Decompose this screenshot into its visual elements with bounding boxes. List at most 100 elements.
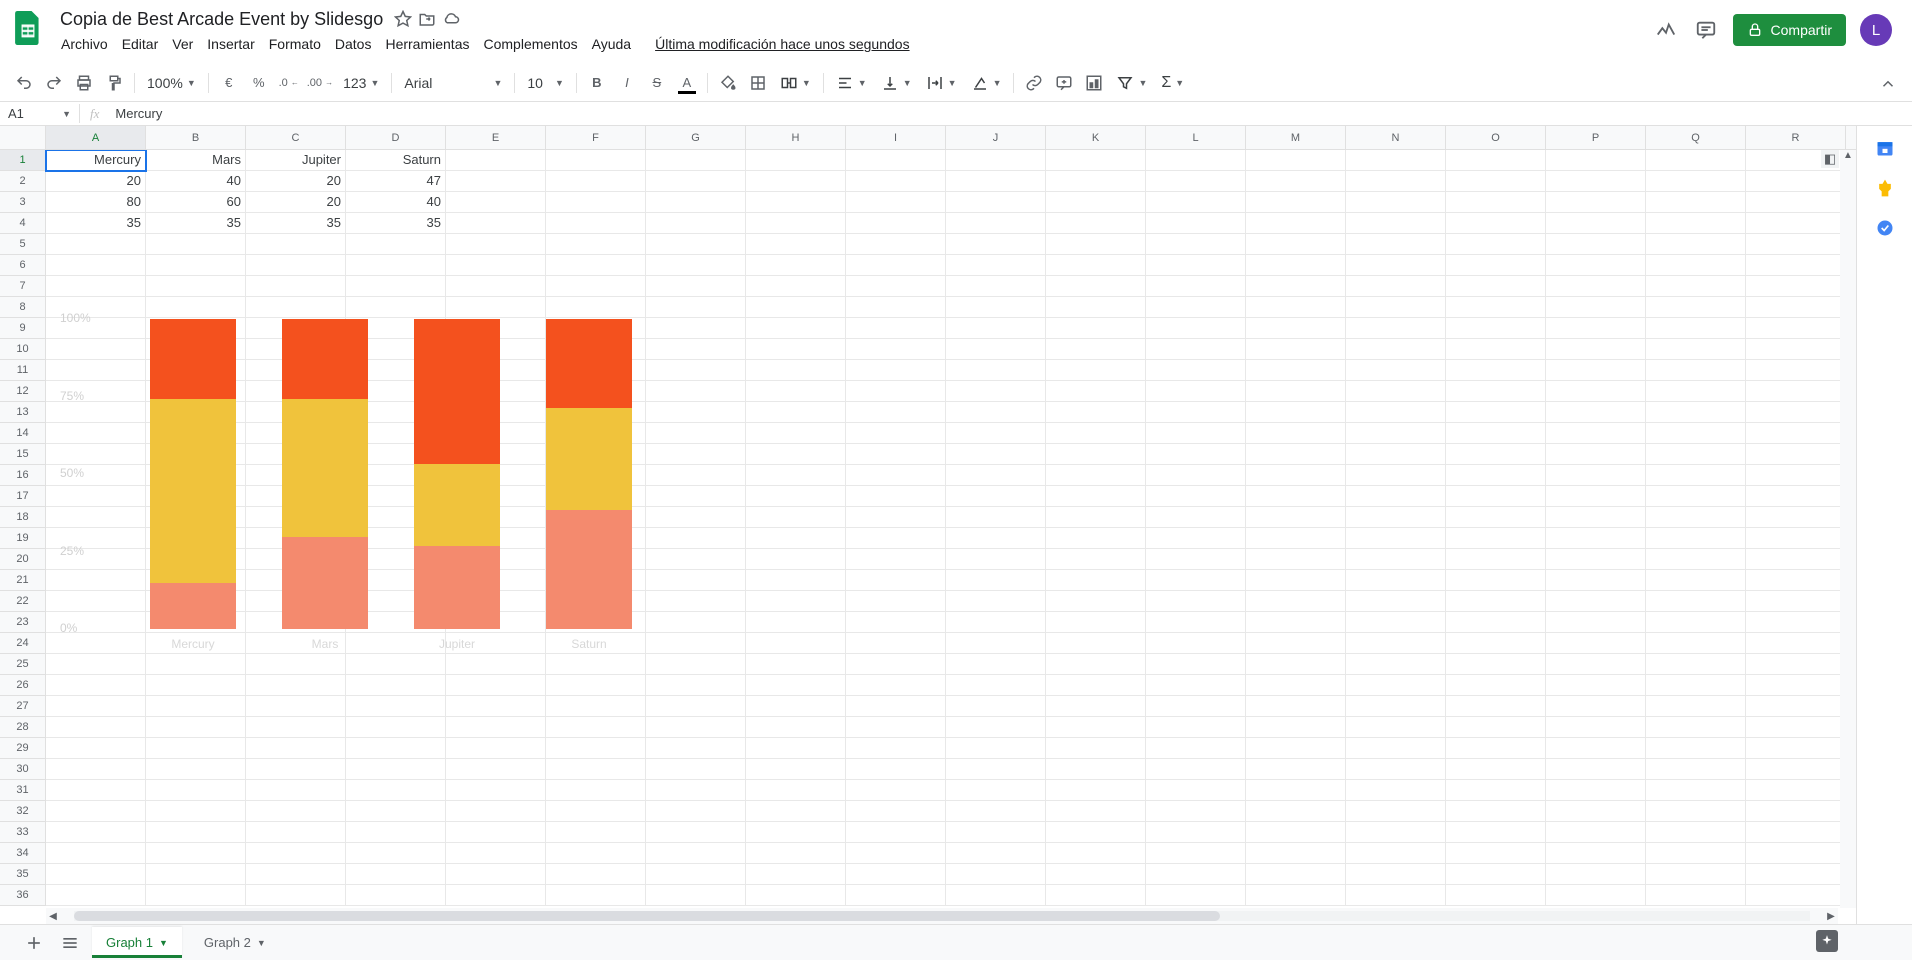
cell[interactable] [846, 675, 946, 696]
cell[interactable] [1446, 591, 1546, 612]
cell[interactable] [346, 822, 446, 843]
cell[interactable] [1446, 150, 1546, 171]
cell[interactable] [1046, 360, 1146, 381]
cell[interactable] [346, 297, 446, 318]
cell[interactable]: 35 [246, 213, 346, 234]
cell[interactable] [246, 675, 346, 696]
cell[interactable] [1346, 717, 1446, 738]
cell[interactable] [546, 192, 646, 213]
cell[interactable] [746, 192, 846, 213]
cell[interactable] [946, 801, 1046, 822]
cell[interactable] [146, 780, 246, 801]
cell[interactable] [1346, 696, 1446, 717]
cell[interactable] [1146, 612, 1246, 633]
cell[interactable] [646, 402, 746, 423]
cell[interactable] [1546, 549, 1646, 570]
cell[interactable]: Jupiter [246, 150, 346, 171]
cell[interactable] [1746, 255, 1846, 276]
cell[interactable] [946, 675, 1046, 696]
cell[interactable] [446, 255, 546, 276]
cell[interactable] [1246, 150, 1346, 171]
cell[interactable] [546, 339, 646, 360]
document-title[interactable]: Copia de Best Arcade Event by Slidesgo [54, 7, 389, 32]
cell[interactable] [1746, 381, 1846, 402]
row-header[interactable]: 22 [0, 591, 46, 612]
cell[interactable] [846, 738, 946, 759]
cell[interactable] [1746, 780, 1846, 801]
row-header[interactable]: 34 [0, 843, 46, 864]
cell[interactable] [846, 276, 946, 297]
cell[interactable] [1746, 612, 1846, 633]
cell[interactable] [1546, 171, 1646, 192]
cell[interactable] [246, 507, 346, 528]
cell[interactable]: Mercury [46, 150, 146, 171]
row-header[interactable]: 25 [0, 654, 46, 675]
cell[interactable] [946, 864, 1046, 885]
cell[interactable] [1446, 402, 1546, 423]
cell[interactable] [546, 150, 646, 171]
row-header[interactable]: 5 [0, 234, 46, 255]
cell[interactable] [646, 843, 746, 864]
insert-comment-button[interactable] [1050, 69, 1078, 97]
cell[interactable] [1146, 318, 1246, 339]
cell[interactable] [946, 717, 1046, 738]
cell[interactable] [746, 423, 846, 444]
cell[interactable] [246, 465, 346, 486]
column-header[interactable]: L [1146, 126, 1246, 149]
cell[interactable] [846, 318, 946, 339]
cell[interactable] [946, 360, 1046, 381]
cell[interactable] [1646, 822, 1746, 843]
row-header[interactable]: 2 [0, 171, 46, 192]
cell[interactable] [846, 717, 946, 738]
cell[interactable] [1146, 717, 1246, 738]
cell[interactable] [46, 633, 146, 654]
cell[interactable] [1346, 780, 1446, 801]
cell[interactable] [1146, 444, 1246, 465]
cell[interactable] [346, 843, 446, 864]
cell[interactable] [346, 276, 446, 297]
cell[interactable] [1646, 549, 1746, 570]
cell[interactable] [346, 864, 446, 885]
menu-view[interactable]: Ver [165, 32, 200, 56]
menu-format[interactable]: Formato [262, 32, 328, 56]
cell[interactable] [946, 213, 1046, 234]
cell[interactable] [846, 528, 946, 549]
cell[interactable] [1046, 339, 1146, 360]
cell[interactable] [1246, 885, 1346, 906]
cell[interactable] [246, 801, 346, 822]
cell[interactable] [1446, 885, 1546, 906]
cell[interactable] [946, 591, 1046, 612]
cell[interactable] [1246, 171, 1346, 192]
cell[interactable] [1246, 717, 1346, 738]
cell[interactable] [846, 549, 946, 570]
tasks-sidebar-icon[interactable] [1875, 218, 1895, 238]
cell[interactable]: 80 [46, 192, 146, 213]
cell[interactable] [46, 528, 146, 549]
cell[interactable] [46, 444, 146, 465]
cell[interactable] [1146, 738, 1246, 759]
cell[interactable] [1346, 570, 1446, 591]
cell[interactable] [546, 696, 646, 717]
cell[interactable] [346, 528, 446, 549]
cell[interactable] [746, 465, 846, 486]
cell[interactable] [446, 360, 546, 381]
cell[interactable] [446, 465, 546, 486]
menu-insert[interactable]: Insertar [200, 32, 261, 56]
cell[interactable] [246, 843, 346, 864]
cell[interactable] [1046, 276, 1146, 297]
cell[interactable] [646, 381, 746, 402]
cell[interactable] [46, 843, 146, 864]
cell[interactable] [1346, 654, 1446, 675]
cell[interactable] [1646, 654, 1746, 675]
cell[interactable] [1746, 801, 1846, 822]
cell[interactable] [1446, 759, 1546, 780]
cell[interactable] [1146, 213, 1246, 234]
row-header[interactable]: 13 [0, 402, 46, 423]
cell[interactable] [646, 486, 746, 507]
cell[interactable] [1746, 675, 1846, 696]
cell[interactable] [546, 654, 646, 675]
cell[interactable] [1746, 339, 1846, 360]
row-header[interactable]: 33 [0, 822, 46, 843]
cell[interactable] [1646, 465, 1746, 486]
add-sheet-button[interactable] [20, 929, 48, 957]
